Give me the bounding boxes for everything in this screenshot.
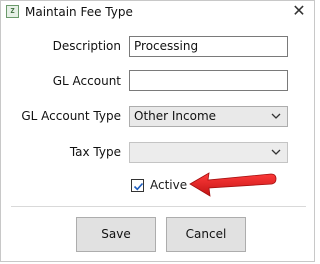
title-bar[interactable]: Z Maintain Fee Type ✕ [1,1,314,25]
window-title: Maintain Fee Type [25,5,133,19]
gl-account-type-value: Other Income [134,109,217,123]
gl-account-label: GL Account [52,74,121,88]
red-arrow-icon [189,172,277,197]
gl-account-type-select[interactable]: Other Income [129,106,288,127]
tax-type-label: Tax Type [69,145,121,159]
gl-account-input[interactable] [129,70,288,91]
active-checkbox[interactable] [131,179,144,192]
dialog-window: Z Maintain Fee Type ✕ Description Proces… [0,0,315,262]
cancel-button[interactable]: Cancel [166,217,246,252]
checkmark-icon [133,182,144,191]
description-input[interactable]: Processing [129,36,288,57]
description-label: Description [52,39,121,53]
app-icon: Z [6,5,19,18]
chevron-down-icon [271,113,281,119]
chevron-down-icon [271,149,281,155]
active-label: Active [150,178,188,192]
close-icon[interactable]: ✕ [290,2,308,20]
divider [11,206,306,207]
save-button[interactable]: Save [76,217,156,252]
tax-type-select[interactable] [129,142,288,163]
gl-account-type-label: GL Account Type [21,109,121,123]
